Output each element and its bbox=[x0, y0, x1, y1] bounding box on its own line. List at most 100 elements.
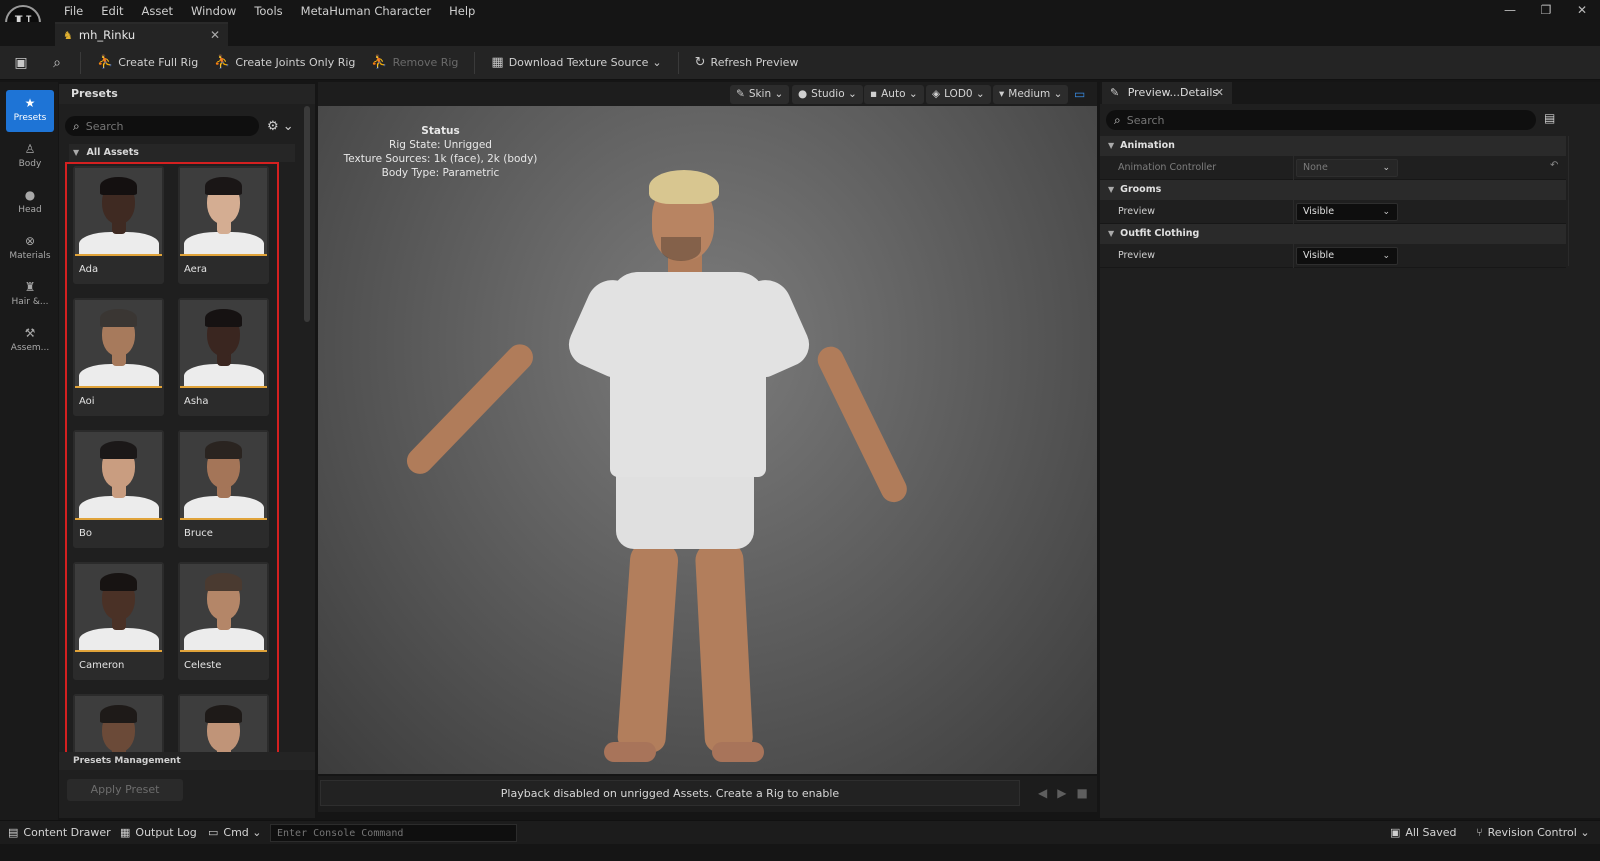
tab-body[interactable]: ♙ Body bbox=[6, 136, 54, 178]
download-texture-source-button[interactable]: ▦ Download Texture Source ⌄ bbox=[483, 51, 669, 75]
tab-head[interactable]: ● Head bbox=[6, 182, 54, 224]
lod-dropdown[interactable]: ◈ LOD0 ⌄ bbox=[926, 85, 991, 104]
play-icon[interactable]: ▶ bbox=[1057, 786, 1066, 800]
character-shirt bbox=[610, 272, 766, 477]
remove-rig-button[interactable]: ⛹ Remove Rig bbox=[363, 51, 466, 75]
refresh-preview-button[interactable]: ↻ Refresh Preview bbox=[687, 51, 807, 75]
details-panel: ✎ Preview...Details ✕ ⌕ ▤ ▼ Animation Ani… bbox=[1100, 82, 1600, 818]
section-animation[interactable]: ▼ Animation bbox=[1100, 136, 1566, 156]
console-command-input[interactable] bbox=[271, 825, 511, 841]
preset-grid: Ada Aera Aoi Asha Bo Bruce Cameron Celes… bbox=[65, 162, 279, 759]
create-full-rig-button[interactable]: ⛹ Create Full Rig bbox=[89, 51, 206, 75]
console-command-box bbox=[270, 824, 517, 842]
section-outfit-clothing[interactable]: ▼ Outfit Clothing bbox=[1100, 224, 1566, 244]
cmd-dropdown[interactable]: ▭ Cmd ⌄ bbox=[208, 821, 262, 845]
details-search-input[interactable] bbox=[1126, 113, 1507, 127]
skin-dropdown[interactable]: ✎ Skin ⌄ bbox=[730, 85, 790, 104]
animation-controller-dropdown[interactable]: None ⌄ bbox=[1296, 159, 1398, 177]
property-matrix-icon[interactable]: ▤ bbox=[1544, 111, 1555, 125]
studio-dropdown[interactable]: ● Studio ⌄ bbox=[792, 85, 863, 104]
menu-file[interactable]: File bbox=[55, 3, 92, 19]
all-assets-header[interactable]: ▼ All Assets bbox=[69, 144, 295, 162]
presets-search-input[interactable] bbox=[85, 119, 246, 133]
preset-card[interactable]: Aera bbox=[178, 166, 269, 284]
save-icon[interactable]: ▣ bbox=[6, 51, 36, 75]
grooms-preview-dropdown[interactable]: Visible ⌄ bbox=[1296, 203, 1398, 221]
presets-search-row: ⌕ ⚙ ⌄ bbox=[65, 116, 297, 136]
output-log-label: Output Log bbox=[135, 826, 197, 839]
apply-preset-button[interactable]: Apply Preset bbox=[67, 779, 183, 801]
stop-icon[interactable]: ■ bbox=[1076, 786, 1087, 800]
revision-control-label: Revision Control bbox=[1487, 826, 1577, 839]
create-joints-only-rig-button[interactable]: ⛹ Create Joints Only Rig bbox=[206, 51, 363, 75]
preset-name: Bo bbox=[79, 528, 92, 539]
star-icon: ★ bbox=[24, 96, 36, 110]
toolbar-separator bbox=[474, 51, 476, 74]
close-icon[interactable]: ✕ bbox=[1215, 82, 1224, 104]
presets-scrollbar[interactable] bbox=[304, 106, 310, 746]
document-tab[interactable]: ♞ mh_Rinku ✕ bbox=[55, 22, 228, 46]
preset-name: Bruce bbox=[184, 528, 213, 539]
remove-rig-label: Remove Rig bbox=[392, 56, 459, 69]
preset-name: Ada bbox=[79, 264, 99, 275]
close-window-icon[interactable]: ✕ bbox=[1564, 0, 1600, 20]
outfit-preview-dropdown[interactable]: Visible ⌄ bbox=[1296, 247, 1398, 265]
light-icon: ● bbox=[798, 88, 808, 100]
hammer-icon: ⚒ bbox=[24, 326, 36, 340]
preset-card[interactable]: Bruce bbox=[178, 430, 269, 548]
all-saved-button[interactable]: ▣ All Saved bbox=[1390, 821, 1457, 845]
menu-window[interactable]: Window bbox=[182, 3, 245, 19]
presets-scrollbar-thumb[interactable] bbox=[304, 106, 310, 322]
presets-panel: Presets ⌕ ⚙ ⌄ ▼ All Assets Ada Aera Aoi … bbox=[59, 84, 315, 818]
content-drawer-button[interactable]: ▤ Content Drawer bbox=[8, 821, 111, 845]
quality-dropdown[interactable]: ▾ Medium ⌄ bbox=[993, 85, 1069, 104]
tab-presets[interactable]: ★ Presets bbox=[6, 90, 54, 132]
checker-texture-icon: ▦ bbox=[491, 55, 504, 70]
preset-card[interactable]: Aoi bbox=[73, 298, 164, 416]
joints-rig-icon: ⛹ bbox=[214, 55, 231, 70]
minimize-icon[interactable]: — bbox=[1492, 0, 1528, 20]
output-log-button[interactable]: ▦ Output Log bbox=[120, 821, 197, 845]
preset-card[interactable]: Cameron bbox=[73, 562, 164, 680]
revision-control-button[interactable]: ⑂ Revision Control ⌄ bbox=[1476, 821, 1590, 845]
chevron-down-icon: ⌄ bbox=[1382, 207, 1390, 217]
section-grooms[interactable]: ▼ Grooms bbox=[1100, 180, 1566, 200]
column-divider[interactable] bbox=[1293, 156, 1294, 180]
character-arm-left bbox=[401, 338, 539, 480]
gear-icon[interactable]: ⚙ ⌄ bbox=[267, 119, 294, 134]
tab-assembly[interactable]: ⚒ Assem... bbox=[6, 320, 54, 362]
preset-card[interactable]: Ada bbox=[73, 166, 164, 284]
character-foot-right bbox=[712, 742, 764, 762]
column-divider[interactable] bbox=[1293, 200, 1294, 224]
menu-help[interactable]: Help bbox=[440, 3, 484, 19]
tab-preview-details[interactable]: ✎ Preview...Details ✕ bbox=[1102, 82, 1232, 104]
lod-icon: ◈ bbox=[932, 88, 941, 100]
auto-dropdown[interactable]: ▪ Auto ⌄ bbox=[864, 85, 924, 104]
tab-close-icon[interactable]: ✕ bbox=[210, 28, 220, 42]
menu-edit[interactable]: Edit bbox=[92, 3, 132, 19]
reset-to-default-icon[interactable]: ↶ bbox=[1550, 160, 1558, 171]
details-scrollbar[interactable] bbox=[1568, 136, 1569, 266]
menu-metahuman-character[interactable]: MetaHuman Character bbox=[292, 3, 440, 19]
preset-card[interactable] bbox=[73, 694, 164, 757]
preset-card[interactable]: Bo bbox=[73, 430, 164, 548]
presets-management-header[interactable]: Presets Management bbox=[59, 752, 315, 770]
browse-icon[interactable]: ⌕ bbox=[42, 51, 72, 75]
preset-card[interactable] bbox=[178, 694, 269, 757]
menu-asset[interactable]: Asset bbox=[133, 3, 182, 19]
column-divider[interactable] bbox=[1293, 244, 1294, 268]
menu-tools[interactable]: Tools bbox=[245, 3, 291, 19]
tab-materials[interactable]: ⊗ Materials bbox=[6, 228, 54, 270]
character-leg-left bbox=[616, 540, 680, 754]
cmd-label: Cmd bbox=[223, 826, 249, 839]
preset-card[interactable]: Asha bbox=[178, 298, 269, 416]
refresh-icon: ↻ bbox=[694, 55, 706, 70]
tab-hair[interactable]: ♜ Hair &... bbox=[6, 274, 54, 316]
viewport-settings-icon[interactable]: ▭ bbox=[1068, 85, 1091, 104]
character-viewport[interactable]: ✎ Skin ⌄ ● Studio ⌄ ▪ Auto ⌄ ◈ LOD0 ⌄ ▾ Mediu… bbox=[318, 82, 1097, 774]
preset-name: Cameron bbox=[79, 660, 125, 671]
restore-icon[interactable]: ❐ bbox=[1528, 0, 1564, 20]
preset-card[interactable]: Celeste bbox=[178, 562, 269, 680]
presets-panel-title: Presets bbox=[59, 84, 315, 104]
play-reverse-icon[interactable]: ◀ bbox=[1038, 786, 1047, 800]
